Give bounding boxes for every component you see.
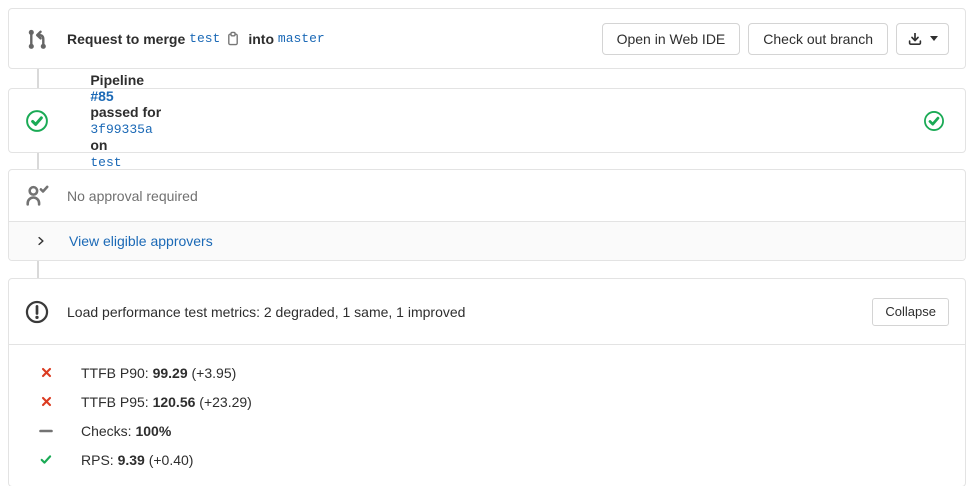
- metric-row-ttfb-p90: TTFB P90: 99.29 (+3.95): [9, 358, 965, 387]
- metric-text: TTFB P95: 120.56 (+23.29): [81, 394, 252, 410]
- chevron-right-icon[interactable]: [35, 235, 47, 247]
- metric-row-rps: RPS: 9.39 (+0.40): [9, 445, 965, 474]
- copy-branch-button[interactable]: [224, 30, 242, 48]
- load-performance-summary: Load performance test metrics: 2 degrade…: [67, 304, 465, 320]
- target-branch-link[interactable]: master: [278, 31, 325, 46]
- pipeline-passed-text: passed for: [90, 104, 161, 120]
- view-eligible-approvers-link[interactable]: View eligible approvers: [69, 233, 213, 249]
- approval-status-text: No approval required: [67, 188, 198, 204]
- metric-row-checks: Checks: 100%: [9, 416, 965, 445]
- improved-check-icon: [39, 454, 53, 465]
- mr-header-actions: Open in Web IDE Check out branch: [602, 23, 949, 55]
- metric-text: Checks: 100%: [81, 423, 171, 439]
- pipeline-number-link[interactable]: #85: [90, 88, 113, 104]
- degraded-x-icon: [39, 396, 53, 407]
- pipeline-on-text: on: [90, 137, 107, 153]
- metric-row-ttfb-p95: TTFB P95: 120.56 (+23.29): [9, 387, 965, 416]
- metric-text: TTFB P90: 99.29 (+3.95): [81, 365, 236, 381]
- source-branch-link[interactable]: test: [189, 31, 220, 46]
- degraded-x-icon: [39, 367, 53, 378]
- download-icon: [907, 31, 923, 47]
- metric-text: RPS: 9.39 (+0.40): [81, 452, 193, 468]
- collapse-button[interactable]: Collapse: [872, 298, 949, 326]
- approval-user-check-icon: [25, 184, 49, 208]
- merge-request-title: Request to merge test into master: [67, 30, 325, 48]
- load-performance-metrics-list: TTFB P90: 99.29 (+3.95) TTFB P95: 120.56…: [9, 344, 965, 486]
- pipeline-status-text: Pipeline #85 passed for 3f99335a on test: [67, 56, 165, 186]
- unchanged-dash-icon: [39, 428, 53, 434]
- load-performance-card: Load performance test metrics: 2 degrade…: [8, 278, 966, 486]
- merge-request-widget: Request to merge test into master Open i…: [0, 8, 978, 486]
- mini-pipeline-stage-icon[interactable]: [923, 110, 945, 132]
- caret-down-icon: [930, 36, 938, 41]
- approvals-card: No approval required View eligible appro…: [8, 169, 966, 261]
- open-web-ide-button[interactable]: Open in Web IDE: [602, 23, 741, 55]
- download-dropdown-button[interactable]: [896, 23, 949, 55]
- pipeline-ref-link[interactable]: test: [90, 155, 121, 170]
- merge-request-icon: [25, 27, 49, 51]
- pipeline-label: Pipeline: [90, 72, 144, 88]
- view-eligible-approvers-row[interactable]: View eligible approvers: [9, 221, 965, 260]
- commit-sha-link[interactable]: 3f99335a: [90, 122, 152, 137]
- copy-icon: [225, 31, 241, 47]
- into-text: into: [248, 31, 274, 47]
- load-performance-header: Load performance test metrics: 2 degrade…: [9, 279, 965, 344]
- pipeline-card: Pipeline #85 passed for 3f99335a on test: [8, 88, 966, 153]
- pipeline-passed-icon: [25, 109, 49, 133]
- approval-status-row: No approval required: [9, 170, 965, 221]
- checkout-branch-button[interactable]: Check out branch: [748, 23, 888, 55]
- request-to-merge-text: Request to merge: [67, 31, 185, 47]
- alert-exclamation-icon: [25, 300, 49, 324]
